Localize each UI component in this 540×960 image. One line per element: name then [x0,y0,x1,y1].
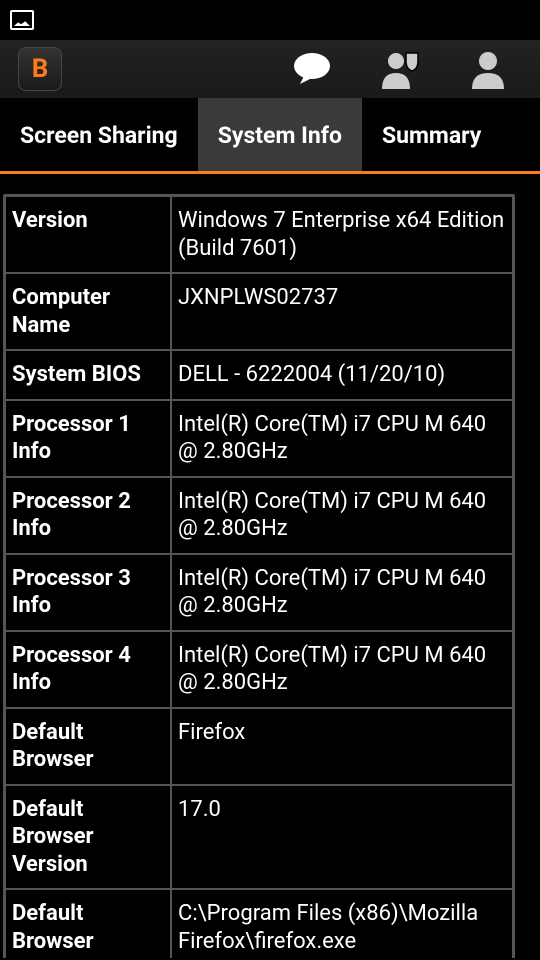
table-row: Processor 2 InfoIntel(R) Core(TM) i7 CPU… [6,478,512,555]
row-value: Windows 7 Enterprise x64 Edition (Build … [172,197,512,272]
table-row: Processor 3 InfoIntel(R) Core(TM) i7 CPU… [6,555,512,632]
table-row: Default Browser LocationC:\Program Files… [6,890,512,958]
row-value: Intel(R) Core(TM) i7 CPU M 640 @ 2.80GHz [172,401,512,476]
image-icon [10,10,34,30]
row-label: Default Browser Location [6,890,172,958]
row-value: 17.0 [172,786,512,889]
tab-summary[interactable]: Summary [362,98,501,171]
app-icon[interactable]: B [18,47,62,91]
tabs: Screen Sharing System Info Summary [0,98,540,174]
table-row: VersionWindows 7 Enterprise x64 Edition … [6,197,512,274]
tab-system-info[interactable]: System Info [198,98,362,171]
row-value: Intel(R) Core(TM) i7 CPU M 640 @ 2.80GHz [172,632,512,707]
row-label: Processor 1 Info [6,401,172,476]
row-value: JXNPLWS02737 [172,274,512,349]
row-label: Default Browser [6,709,172,784]
row-label: Processor 3 Info [6,555,172,630]
chat-icon[interactable] [278,52,346,86]
system-info-table: VersionWindows 7 Enterprise x64 Edition … [3,194,515,958]
user-shield-icon[interactable] [366,49,434,89]
user-icon[interactable] [454,49,522,89]
row-label: System BIOS [6,351,172,399]
tab-screen-sharing[interactable]: Screen Sharing [0,98,198,171]
row-label: Processor 4 Info [6,632,172,707]
header-bar: B [0,40,540,98]
row-value: C:\Program Files (x86)\Mozilla Firefox\f… [172,890,512,958]
table-row: Processor 4 InfoIntel(R) Core(TM) i7 CPU… [6,632,512,709]
table-row: System BIOSDELL - 6222004 (11/20/10) [6,351,512,401]
content-area: VersionWindows 7 Enterprise x64 Edition … [0,174,540,958]
row-value: Intel(R) Core(TM) i7 CPU M 640 @ 2.80GHz [172,478,512,553]
row-label: Processor 2 Info [6,478,172,553]
row-value: DELL - 6222004 (11/20/10) [172,351,512,399]
table-row: Processor 1 InfoIntel(R) Core(TM) i7 CPU… [6,401,512,478]
row-label: Computer Name [6,274,172,349]
status-bar [0,0,540,40]
row-value: Intel(R) Core(TM) i7 CPU M 640 @ 2.80GHz [172,555,512,630]
row-value: Firefox [172,709,512,784]
table-row: Default BrowserFirefox [6,709,512,786]
row-label: Version [6,197,172,272]
table-row: Default Browser Version17.0 [6,786,512,891]
table-row: Computer NameJXNPLWS02737 [6,274,512,351]
row-label: Default Browser Version [6,786,172,889]
